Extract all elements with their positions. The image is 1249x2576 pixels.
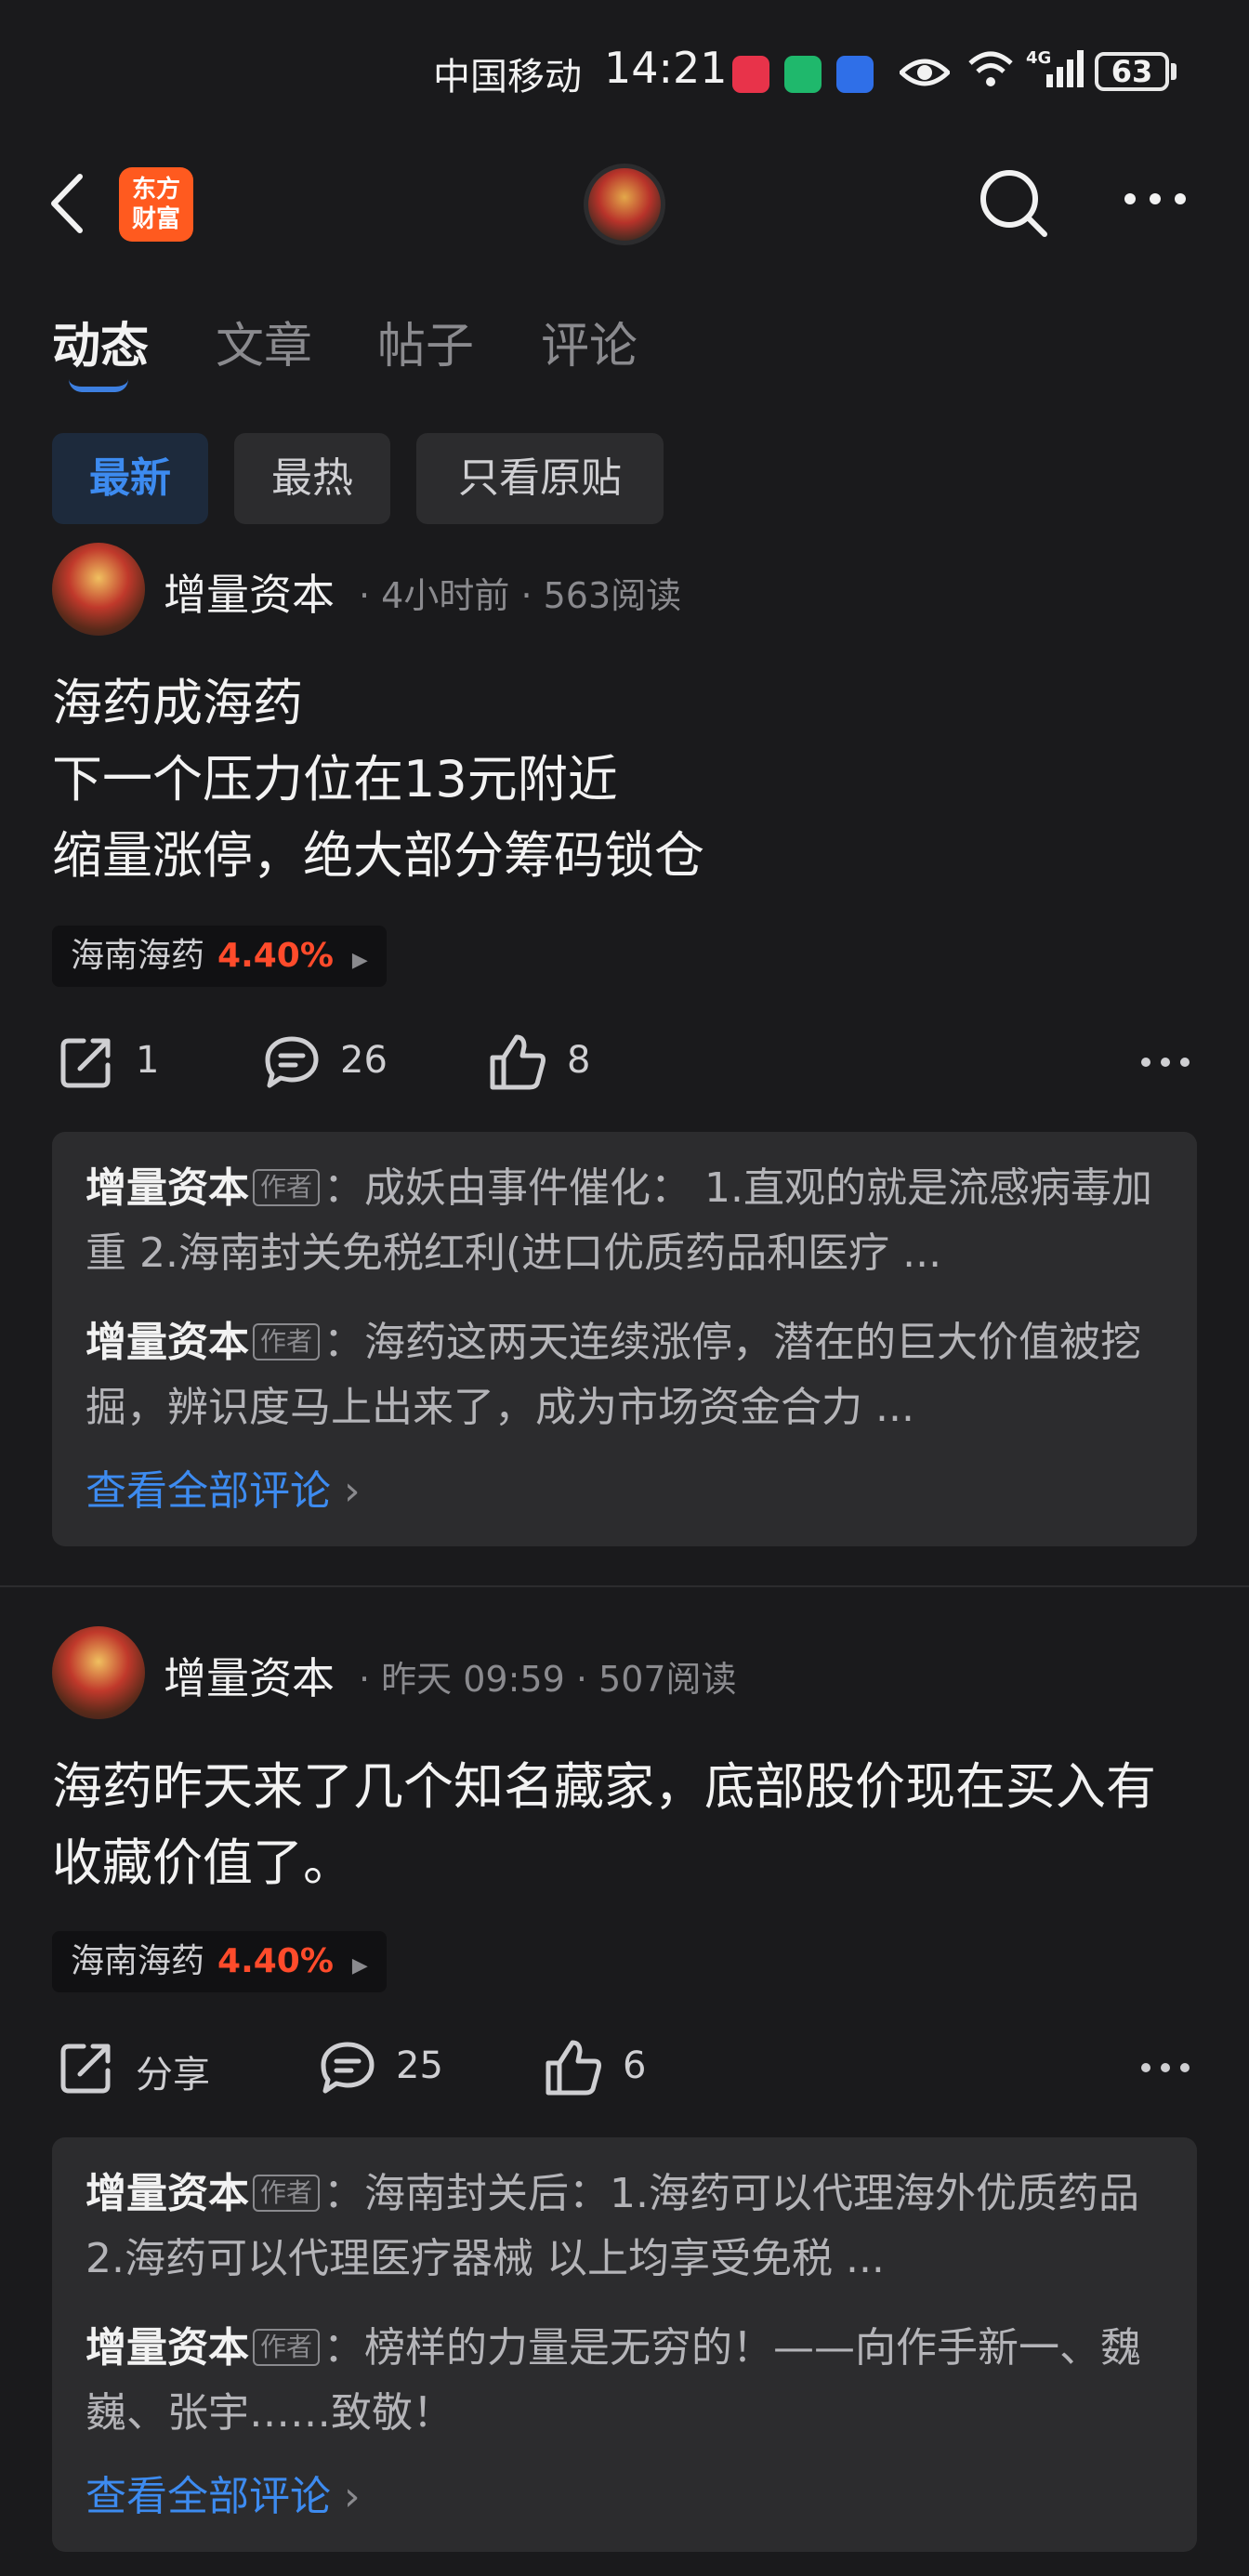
author-badge: 作者 xyxy=(253,2175,321,2212)
author-badge: 作者 xyxy=(253,1323,321,1360)
author-badge: 作者 xyxy=(253,2329,321,2366)
like-icon[interactable] xyxy=(543,2037,604,2098)
filter-original-only[interactable]: 只看原贴 xyxy=(416,433,664,524)
stock-name: 海南海药 xyxy=(71,1942,205,1980)
view-all-comments-link[interactable]: 查看全部评论 › xyxy=(85,2463,361,2522)
play-arrow-icon: ▶ xyxy=(351,949,368,972)
carrier-name: 中国移动 xyxy=(433,56,582,99)
chevron-right-icon: › xyxy=(344,1467,361,1515)
like-count[interactable]: 6 xyxy=(623,2044,646,2087)
like-icon[interactable] xyxy=(487,1032,548,1093)
comment-count[interactable]: 26 xyxy=(340,1039,388,1082)
signal-icon: 4G xyxy=(1026,48,1084,87)
post-more-icon[interactable] xyxy=(1139,1056,1191,1069)
filter-latest[interactable]: 最新 xyxy=(52,433,208,524)
search-icon[interactable] xyxy=(978,167,1052,242)
filter-hottest[interactable]: 最热 xyxy=(234,433,390,524)
post-content[interactable]: 海药成海药 下一个压力位在13元附近 缩量涨停，绝大部分筹码锁仓 xyxy=(52,665,1204,894)
author-avatar[interactable] xyxy=(52,1626,145,1719)
author-avatar[interactable] xyxy=(52,543,145,636)
share-count[interactable]: 1 xyxy=(136,1039,159,1082)
share-icon[interactable] xyxy=(58,2039,115,2096)
battery-indicator: 63 xyxy=(1095,52,1169,91)
post-time: · 4小时前 · 563阅读 xyxy=(359,575,682,616)
post-content[interactable]: 海药昨天来了几个知名藏家，底部股价现在买入有收藏价值了。 xyxy=(52,1749,1204,1901)
comment-preview-box: 增量资本 作者 ：海南封关后：1.海药可以代理海外优质药品 2.海药可以代理医疗器械… xyxy=(52,2137,1197,2552)
battery-tip xyxy=(1171,63,1177,80)
tab-dynamics[interactable]: 动态 xyxy=(52,307,149,376)
active-tab-indicator xyxy=(69,379,128,392)
status-bar: 中国移动 14:21 4G 63 xyxy=(0,0,1249,149)
stock-change: 4.40% xyxy=(217,937,334,975)
profile-avatar[interactable] xyxy=(584,164,665,245)
author-badge: 作者 xyxy=(253,1169,321,1206)
comment-count[interactable]: 25 xyxy=(396,2044,443,2087)
huawei-app-icon xyxy=(732,56,769,93)
tab-posts[interactable]: 帖子 xyxy=(377,307,474,376)
post-time: · 昨天 09:59 · 507阅读 xyxy=(359,1659,737,1700)
like-count[interactable]: 8 xyxy=(567,1039,590,1082)
stock-name: 海南海药 xyxy=(71,937,205,975)
chevron-right-icon: › xyxy=(344,2473,361,2520)
mi-app-icon xyxy=(784,56,822,93)
post-divider xyxy=(0,1585,1249,1587)
stock-tag[interactable]: 海南海药 4.40% ▶ xyxy=(52,926,387,987)
clock: 14:21 xyxy=(604,43,728,93)
author-name[interactable]: 增量资本 xyxy=(164,561,335,623)
wifi-icon xyxy=(968,51,1013,86)
tab-articles[interactable]: 文章 xyxy=(216,307,312,376)
comment-item[interactable]: 增量资本 作者 ：成妖由事件催化： 1.直观的就是流感病毒加重 2.海南封关免税红利… xyxy=(85,1156,1164,1286)
stock-tag[interactable]: 海南海药 4.40% ▶ xyxy=(52,1931,387,1992)
stock-change: 4.40% xyxy=(217,1942,334,1980)
share-label[interactable]: 分享 xyxy=(136,2044,210,2098)
more-options-icon[interactable] xyxy=(1123,191,1188,206)
comment-item[interactable]: 增量资本 作者 ：榜样的力量是无穷的！——向作手新一、魏巍、张宇……致敬！ xyxy=(85,2316,1164,2446)
tab-comments[interactable]: 评论 xyxy=(541,307,638,376)
author-name[interactable]: 增量资本 xyxy=(164,1645,335,1706)
play-arrow-icon: ▶ xyxy=(351,1954,368,1978)
shield-app-icon xyxy=(836,56,874,93)
svg-text:4G: 4G xyxy=(1026,48,1051,68)
app-logo[interactable]: 东方 财富 xyxy=(119,167,193,242)
comment-item[interactable]: 增量资本 作者 ：海药这两天连续涨停，潜在的巨大价值被挖掘，辨识度马上出来了，成为市… xyxy=(85,1310,1164,1440)
view-all-comments-link[interactable]: 查看全部评论 › xyxy=(85,1457,361,1517)
share-icon[interactable] xyxy=(58,1033,115,1091)
comment-item[interactable]: 增量资本 作者 ：海南封关后：1.海药可以代理海外优质药品 2.海药可以代理医疗器械… xyxy=(85,2162,1164,2292)
comment-preview-box: 增量资本 作者 ：成妖由事件催化： 1.直观的就是流感病毒加重 2.海南封关免税红利… xyxy=(52,1132,1197,1546)
eye-icon xyxy=(900,59,950,86)
back-arrow-icon[interactable] xyxy=(46,171,87,236)
comment-icon[interactable] xyxy=(318,2039,377,2096)
post-more-icon[interactable] xyxy=(1139,2061,1191,2074)
comment-icon[interactable] xyxy=(262,1033,322,1091)
